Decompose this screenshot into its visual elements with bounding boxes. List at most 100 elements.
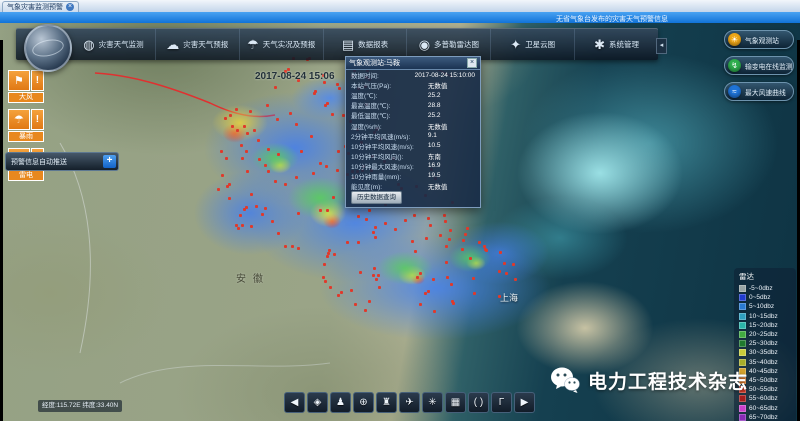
toolbar-item-weather-live-forecast[interactable]: ☂ 天气实况及预报 (240, 29, 324, 60)
toolbar-item-system-management[interactable]: ✱ 系统管理 (575, 29, 658, 60)
field-value: 东南 (428, 151, 441, 161)
power-plant-button[interactable]: ♜ (376, 392, 397, 413)
right-button-group: ☀ 气象观测站 ↯ 输变电在线监测 ≈ 最大风速曲线 (724, 30, 794, 101)
alert-exclamation-icon: ! (31, 70, 44, 91)
legend-entry: 5~10dbz (739, 302, 796, 311)
legend-label: 60~65dbz (749, 405, 778, 412)
film-button[interactable]: ▦ (445, 392, 466, 413)
legend-entry: 20~25dbz (739, 330, 796, 339)
field-value: 无数值 (428, 80, 448, 90)
weather-monitoring-app: 气象灾害监测预警 × 无省气象台发布的灾害天气预警信息 2017-08-24 1… (0, 0, 800, 421)
lightning-icon: ↯ (728, 59, 741, 72)
legend-title: 雷达 (739, 271, 796, 282)
popup-title: 气象观测站:马鞍 (349, 58, 467, 68)
field-value: 25.2 (428, 112, 441, 119)
legend-label: 25~30dbz (749, 340, 778, 347)
locate-person-button[interactable]: ♟ (330, 392, 351, 413)
flight-button[interactable]: ✈ (399, 392, 420, 413)
weather-station-button[interactable]: ☀ 气象观测站 (724, 30, 794, 49)
right-button-label: 输变电在线监测 (745, 61, 793, 71)
legend-entry: 30~35dbz (739, 348, 796, 357)
city-label-shanghai: 上海 (500, 291, 518, 304)
legend-swatch (739, 405, 746, 412)
legend-swatch (739, 313, 746, 320)
field-label: 最低温度(℃): (351, 110, 428, 120)
legend-entry: -5~0dbz (739, 284, 796, 293)
legend-label: 65~70dbz (749, 414, 778, 421)
wind-flag-icon: ⚑ (8, 70, 30, 91)
field-value: 25.2 (428, 92, 441, 99)
legend-entry: 65~70dbz (739, 413, 796, 421)
legend-entry: 55~60dbz (739, 394, 796, 403)
warning-push-bar[interactable]: 预警信息自动推送 + (5, 152, 119, 171)
legend-label: 40~45dbz (749, 368, 778, 375)
history-query-button[interactable]: 历史数据查询 (351, 191, 402, 204)
globe-view-button[interactable]: ⊕ (353, 392, 374, 413)
legend-label: 45~50dbz (749, 377, 778, 384)
warning-marquee-text: 无省气象台发布的灾害天气预警信息 (556, 14, 668, 24)
warning-badge-gale[interactable]: ⚑ ! 大风 (8, 70, 44, 103)
alert-boundary-line (95, 73, 275, 117)
main-toolbar: ◍ 灾害天气监测 ☁ 灾害天气预报 ☂ 天气实况及预报 ▤ 数据报表 ◉ 多普勒… (16, 28, 658, 60)
map-datetime-label: 2017-08-24 15:06 (255, 71, 335, 82)
tab-label: 气象灾害监测预警 (7, 2, 63, 12)
max-wind-curve-button[interactable]: ≈ 最大风速曲线 (724, 82, 794, 101)
toolbar-collapse-button[interactable]: ◂ (656, 38, 667, 54)
push-bar-label: 预警信息自动推送 (6, 157, 103, 167)
legend-label: 10~15dbz (749, 313, 778, 320)
legend-swatch (739, 303, 746, 310)
wechat-icon (550, 366, 580, 394)
legend-swatch (739, 359, 746, 366)
measure-button[interactable]: Γ (491, 392, 512, 413)
toolbar-item-disaster-weather-forecast[interactable]: ☁ 灾害天气预报 (156, 29, 240, 60)
satellite-map[interactable]: 2017-08-24 15:06 安徽 上海 ◍ 灾害天气监测 ☁ 灾害天气预报… (0, 23, 800, 421)
left-frame-edge (0, 40, 3, 421)
layers-button[interactable]: ◈ (307, 392, 328, 413)
field-value: 9.1 (428, 132, 437, 139)
radar-dish-icon: ◍ (83, 37, 94, 53)
chart-report-icon: ▤ (342, 37, 354, 53)
plus-icon[interactable]: + (103, 155, 116, 168)
toolbar-item-label: 多普勒雷达图 (434, 39, 479, 50)
field-value: 10.5 (428, 142, 441, 149)
toolbar-item-label: 天气实况及预报 (263, 39, 316, 50)
toolbar-item-label: 系统管理 (609, 39, 639, 50)
watermark-text: 电力工程技术杂志 (588, 367, 748, 394)
legend-swatch (739, 285, 746, 292)
forward-button[interactable]: ▶ (514, 392, 535, 413)
field-value: 2017-08-24 15:10:00 (415, 72, 475, 79)
wind-turbine-button[interactable]: ✳ (422, 392, 443, 413)
popup-title-bar[interactable]: 气象观测站:马鞍 × (346, 57, 480, 70)
warning-label: 暴雨 (8, 131, 44, 142)
watermark: 电力工程技术杂志 (550, 366, 748, 394)
warning-badge-rainstorm[interactable]: ☂ ! 暴雨 (8, 109, 44, 142)
title-bar: 无省气象台发布的灾害天气预警信息 (0, 12, 800, 23)
toolbar-item-label: 卫星云图 (525, 39, 555, 50)
field-value: 无数值 (428, 121, 448, 131)
legend-entry: 0~5dbz (739, 293, 796, 302)
station-detail-popup: 气象观测站:马鞍 × 数据时间:2017-08-24 15:10:00 本站气压… (345, 56, 481, 208)
legend-swatch (739, 294, 746, 301)
legend-entry: 60~65dbz (739, 403, 796, 412)
legend-label: 30~35dbz (749, 349, 778, 356)
refresh-button[interactable]: ( ) (468, 392, 489, 413)
doppler-radar-icon: ◉ (419, 37, 430, 53)
radar-legend: 雷达 -5~0dbz 0~5dbz 5~10dbz 10~15dbz 15~20… (734, 268, 796, 421)
toolbar-item-satellite-cloud[interactable]: ✦ 卫星云图 (491, 29, 575, 60)
rain-cloud-icon: ☂ (247, 37, 259, 53)
globe-logo (24, 24, 72, 72)
tab-disaster-monitoring[interactable]: 气象灾害监测预警 × (2, 1, 79, 12)
legend-swatch (739, 340, 746, 347)
legend-label: 15~20dbz (749, 322, 778, 329)
transmission-monitoring-button[interactable]: ↯ 输变电在线监测 (724, 56, 794, 75)
field-label: 最高温度(℃): (351, 100, 428, 110)
legend-label: 0~5dbz (749, 294, 771, 301)
tab-close-icon[interactable]: × (66, 3, 74, 11)
legend-label: 20~25dbz (749, 331, 778, 338)
toolbar-item-disaster-weather-monitoring[interactable]: ◍ 灾害天气监测 (72, 29, 156, 60)
field-label: 10分钟平均风向(): (351, 151, 428, 161)
toolbar-item-label: 数据报表 (358, 39, 388, 50)
field-label: 10分钟最大风速(m/s): (351, 161, 428, 171)
close-icon[interactable]: × (467, 58, 477, 68)
back-button[interactable]: ◀ (284, 392, 305, 413)
